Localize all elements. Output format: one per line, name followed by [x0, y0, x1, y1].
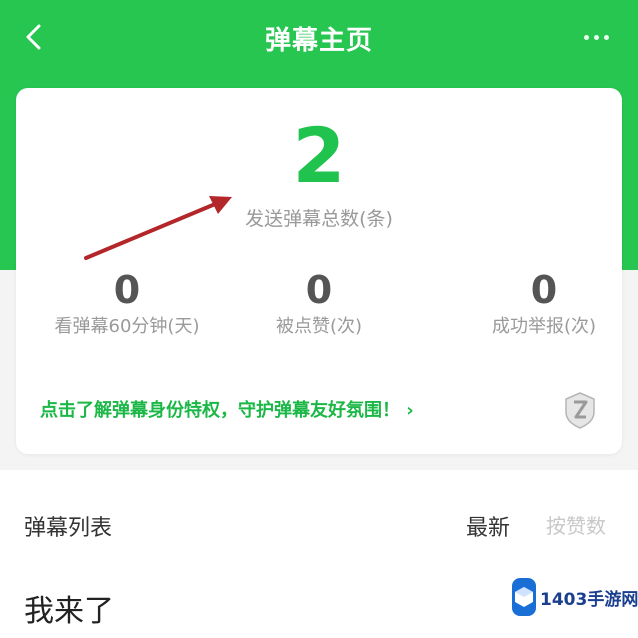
stat-label: 成功举报(次): [491, 316, 597, 337]
total-count-label: 发送弹幕总数(条): [245, 208, 393, 230]
stat-likes-received: 0 被点赞(次): [234, 268, 404, 340]
site-watermark: 1403手游网: [512, 577, 638, 617]
watermark-logo-icon: [512, 578, 536, 616]
stat-label: 看弹幕60分钟(天): [54, 316, 200, 337]
list-header: 弹幕列表 最新 按赞数: [0, 470, 638, 580]
stat-watch-minutes: 0 看弹幕60分钟(天): [42, 268, 212, 340]
top-bar: 弹幕主页: [0, 0, 638, 74]
privilege-promo-link[interactable]: 点击了解弹幕身份特权，守护弹幕友好氛围！ ›: [40, 390, 600, 430]
stats-row: 0 看弹幕60分钟(天) 0 被点赞(次) 0 成功举报(次): [16, 268, 622, 348]
page-title: 弹幕主页: [264, 26, 373, 56]
stat-value: 0: [113, 268, 141, 312]
more-button[interactable]: [576, 24, 616, 50]
level-badge-icon: [565, 392, 595, 429]
total-count: 2: [292, 111, 346, 200]
stats-card: 2 发送弹幕总数(条) 0 看弹幕60分钟(天) 0 被点赞(次) 0 成功举报…: [16, 88, 622, 454]
watermark-text: 1403手游网: [540, 589, 638, 610]
stat-value: 0: [305, 268, 333, 312]
stat-reports: 0 成功举报(次): [474, 268, 614, 340]
stat-value: 0: [530, 268, 558, 312]
stat-label: 被点赞(次): [275, 316, 363, 337]
sort-newest-tab[interactable]: 最新: [466, 510, 510, 542]
more-dots-icon: [583, 34, 589, 40]
sort-likes-tab[interactable]: 按赞数: [546, 510, 606, 539]
danmaku-text: 我来了: [24, 594, 114, 629]
list-title: 弹幕列表: [24, 516, 113, 541]
promo-text: 点击了解弹幕身份特权，守护弹幕友好氛围！ ›: [40, 400, 414, 421]
